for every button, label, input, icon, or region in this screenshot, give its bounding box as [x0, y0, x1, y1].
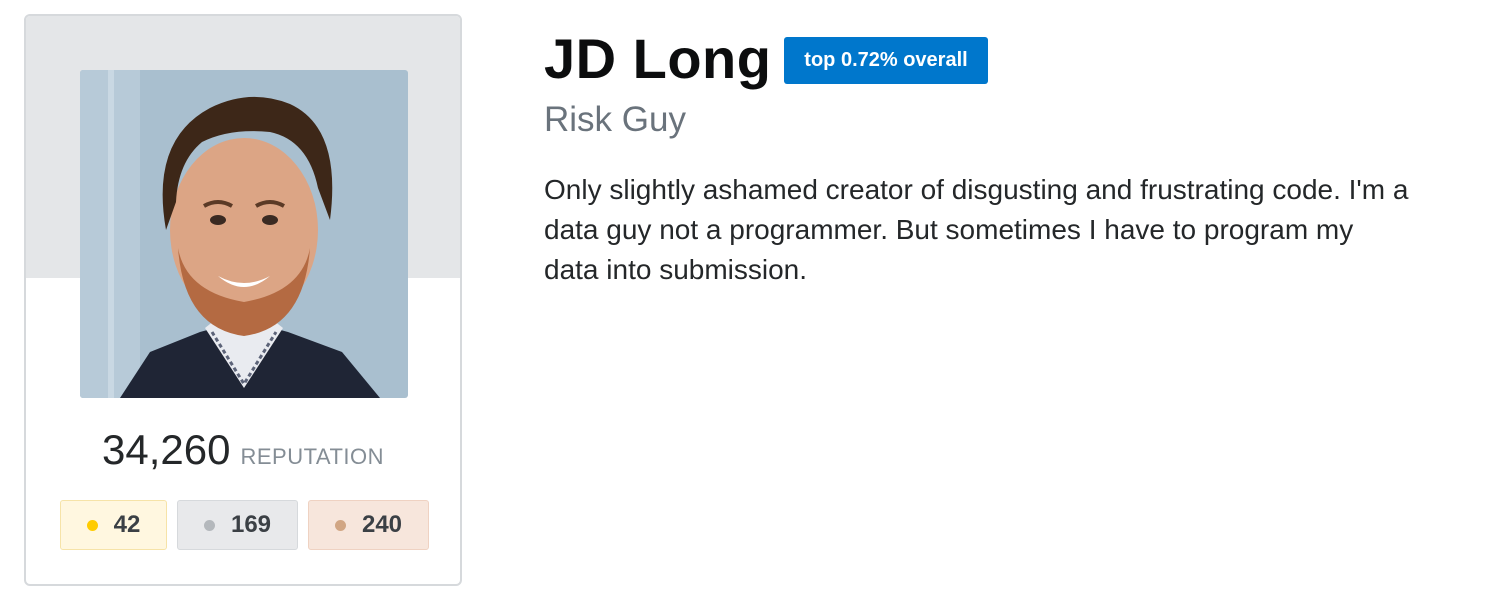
silver-badge-icon: [203, 519, 215, 531]
reputation-count: 34,260: [102, 426, 231, 473]
avatar-photo: [80, 70, 408, 398]
user-name: JD Long: [544, 27, 772, 90]
silver-badges[interactable]: 169: [177, 500, 298, 550]
user-title: Risk Guy: [544, 100, 686, 139]
profile-card: 34,260 REPUTATION 42 169 240: [24, 14, 462, 586]
reputation-summary: 34,260 REPUTATION: [26, 426, 460, 474]
bronze-badge-icon: [334, 519, 346, 531]
reputation-label: REPUTATION: [240, 444, 384, 469]
bronze-badges[interactable]: 240: [308, 500, 429, 550]
gold-badge-icon: [86, 519, 98, 531]
user-bio: Only slightly ashamed creator of disgust…: [544, 174, 1409, 285]
gold-badges[interactable]: 42: [60, 500, 167, 550]
silver-badge-count: 169: [230, 511, 272, 538]
badge-counts: 42 169 240: [60, 500, 429, 550]
bronze-badge-count: 240: [361, 511, 403, 538]
gold-badge-count: 42: [113, 511, 141, 538]
rank-badge[interactable]: top 0.72% overall: [784, 37, 988, 84]
avatar[interactable]: [80, 70, 408, 398]
